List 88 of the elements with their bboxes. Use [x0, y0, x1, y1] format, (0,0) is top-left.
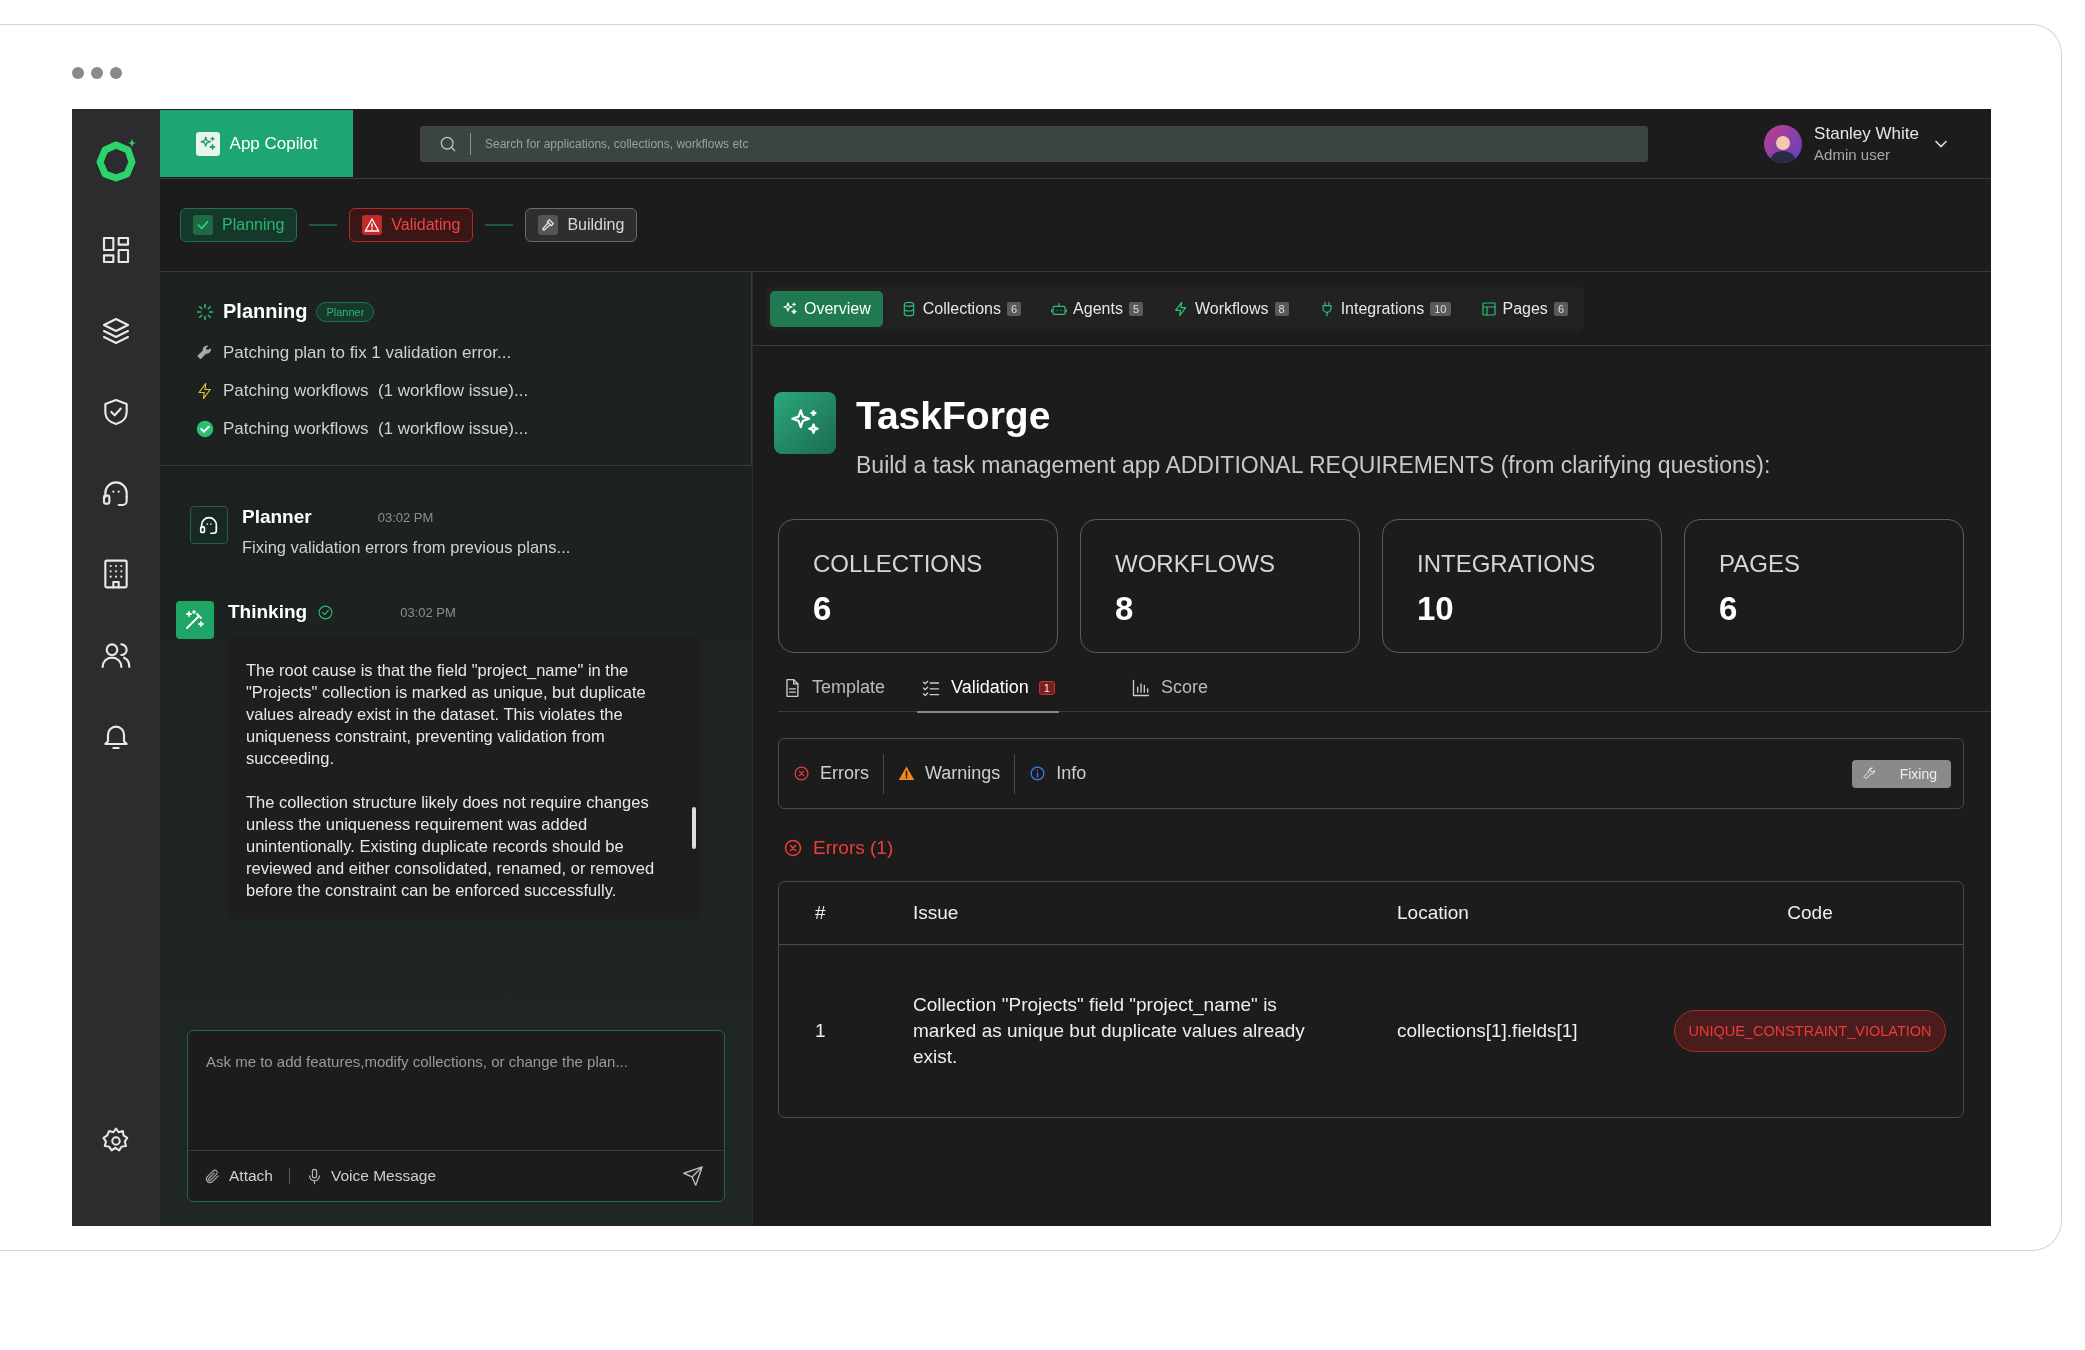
- window-dot[interactable]: [91, 67, 103, 79]
- project-description: Build a task management app ADDITIONAL REQUIREMENTS (from clarifying questions):: [856, 452, 1771, 479]
- dashboard-icon[interactable]: [100, 234, 132, 266]
- count-badge: 8: [1274, 301, 1289, 316]
- stat-label: COLLECTIONS: [813, 550, 984, 578]
- planning-title: Planning: [223, 300, 308, 323]
- count-badge: 5: [1128, 301, 1143, 316]
- column-header: Issue: [913, 902, 960, 924]
- table-cell-text: 1: [814, 1019, 827, 1043]
- hammer-icon: [540, 217, 557, 233]
- chat-input[interactable]: Ask me to add features,modify collections, or change the plan... Attach Voice Message: [187, 1030, 725, 1202]
- check-circle-icon: [317, 603, 335, 621]
- message-text: Fixing validation errors from previous plans...: [242, 538, 572, 557]
- info-icon: [1029, 765, 1047, 782]
- step-chip[interactable]: Planning: [180, 208, 298, 242]
- tab[interactable]: Overview: [770, 290, 883, 327]
- table-cell-text: Collection "Projects" field "project_name" is marked as unique but duplicate values already exist.: [913, 993, 1306, 1069]
- project-icon: [774, 392, 836, 454]
- user-name: Stanley White: [1814, 124, 1919, 144]
- bolt-icon: [1173, 300, 1189, 317]
- count-badge: 10: [1430, 301, 1451, 316]
- error-icon: [793, 765, 810, 782]
- window-dot[interactable]: [72, 67, 84, 79]
- stat-value: 8: [1115, 590, 1135, 628]
- warning-icon: [364, 217, 381, 233]
- filter-button[interactable]: Warnings: [898, 763, 1015, 784]
- tab[interactable]: Pages 6: [1468, 290, 1580, 327]
- table-cell-text: collections[1].fields[1]: [1397, 1019, 1579, 1043]
- message-author: Planner: [242, 506, 312, 528]
- tab[interactable]: Agents 5: [1039, 290, 1155, 327]
- filter-button[interactable]: Info: [1029, 763, 1101, 784]
- loading-icon: [196, 302, 214, 321]
- search-bar[interactable]: Search for applications, collections, workflows etc: [420, 125, 1648, 162]
- plan-step: Patching plan to fix 1 validation error...: [223, 343, 512, 363]
- layers-icon[interactable]: [100, 315, 132, 347]
- message-text: The collection structure likely does not require changes unless the uniqueness requirement was added unintentionally. Existing duplicate records should be reviewed and either consolidated, renamed, or removed before the constraint can be enforced successfully.: [246, 792, 656, 901]
- plan-step: Patching workflows (1 workflow issue)...: [223, 381, 529, 401]
- magic-wand-icon: [176, 601, 214, 639]
- step-chip[interactable]: Building: [525, 208, 638, 242]
- send-button[interactable]: [682, 1165, 704, 1187]
- column-header: #: [814, 902, 827, 924]
- warning-icon: [898, 765, 915, 782]
- stat-label: PAGES: [1719, 550, 1801, 578]
- tab[interactable]: Workflows 8: [1161, 290, 1301, 327]
- wrench-icon: [1861, 765, 1878, 782]
- stat-value: 6: [1719, 590, 1739, 628]
- message-text: The root cause is that the field "project_name" in the "Projects" collection is marked as unique, but duplicate values already exist in the dataset. This violates the uniqueness constraint, preventing validation from succeeding.: [246, 660, 647, 769]
- step-chip[interactable]: Validating: [349, 208, 474, 242]
- count-badge: 6: [1553, 301, 1568, 316]
- check-circle-icon: [196, 420, 214, 438]
- user-role: Admin user: [1814, 146, 1891, 163]
- tab[interactable]: Template: [778, 669, 890, 713]
- count-badge: 6: [1006, 301, 1022, 316]
- window-dot[interactable]: [110, 67, 122, 79]
- headset-icon: [190, 506, 228, 544]
- filter-button[interactable]: Errors: [793, 763, 883, 784]
- error-icon: [783, 838, 803, 858]
- search-field[interactable]: Search for applications, collections, workflows etc: [483, 135, 1648, 152]
- count-badge: 1: [1038, 680, 1055, 695]
- bolt-icon: [196, 382, 214, 400]
- attach-button[interactable]: Attach: [204, 1167, 273, 1185]
- stat-label: INTEGRATIONS: [1417, 550, 1597, 578]
- stat-value: 6: [813, 590, 833, 628]
- column-header: Location: [1397, 902, 1470, 924]
- tab[interactable]: Collections 6: [888, 290, 1034, 327]
- message-time: 03:02 PM: [400, 604, 456, 620]
- planner-badge: Planner: [316, 301, 375, 322]
- message-author: Thinking: [228, 601, 308, 623]
- layout-icon: [1480, 300, 1497, 317]
- errors-heading: Errors (1): [813, 837, 894, 859]
- tab[interactable]: Validation 1: [917, 669, 1059, 713]
- avatar[interactable]: [1764, 124, 1803, 163]
- robot-icon: [1051, 300, 1068, 317]
- stat-value: 10: [1417, 590, 1455, 628]
- sparkle-icon: [198, 134, 217, 153]
- project-title: TaskForge: [856, 394, 1052, 438]
- sparkle-icon: [782, 300, 798, 317]
- plan-step: Patching workflows (1 workflow issue)...: [223, 419, 529, 439]
- error-code-tag: UNIQUE_CONSTRAINT_VIOLATION: [1674, 1010, 1946, 1052]
- wrench-icon: [196, 344, 214, 362]
- voice-message-button[interactable]: Voice Message: [305, 1167, 437, 1185]
- column-header: Code: [1787, 902, 1833, 924]
- paperclip-icon: [204, 1167, 221, 1185]
- stat-label: WORKFLOWS: [1115, 550, 1276, 578]
- message-time: 03:02 PM: [377, 509, 434, 525]
- tab[interactable]: Score: [1126, 669, 1212, 713]
- tab[interactable]: Integrations 10: [1306, 290, 1463, 327]
- bar-chart-icon: [1130, 677, 1151, 698]
